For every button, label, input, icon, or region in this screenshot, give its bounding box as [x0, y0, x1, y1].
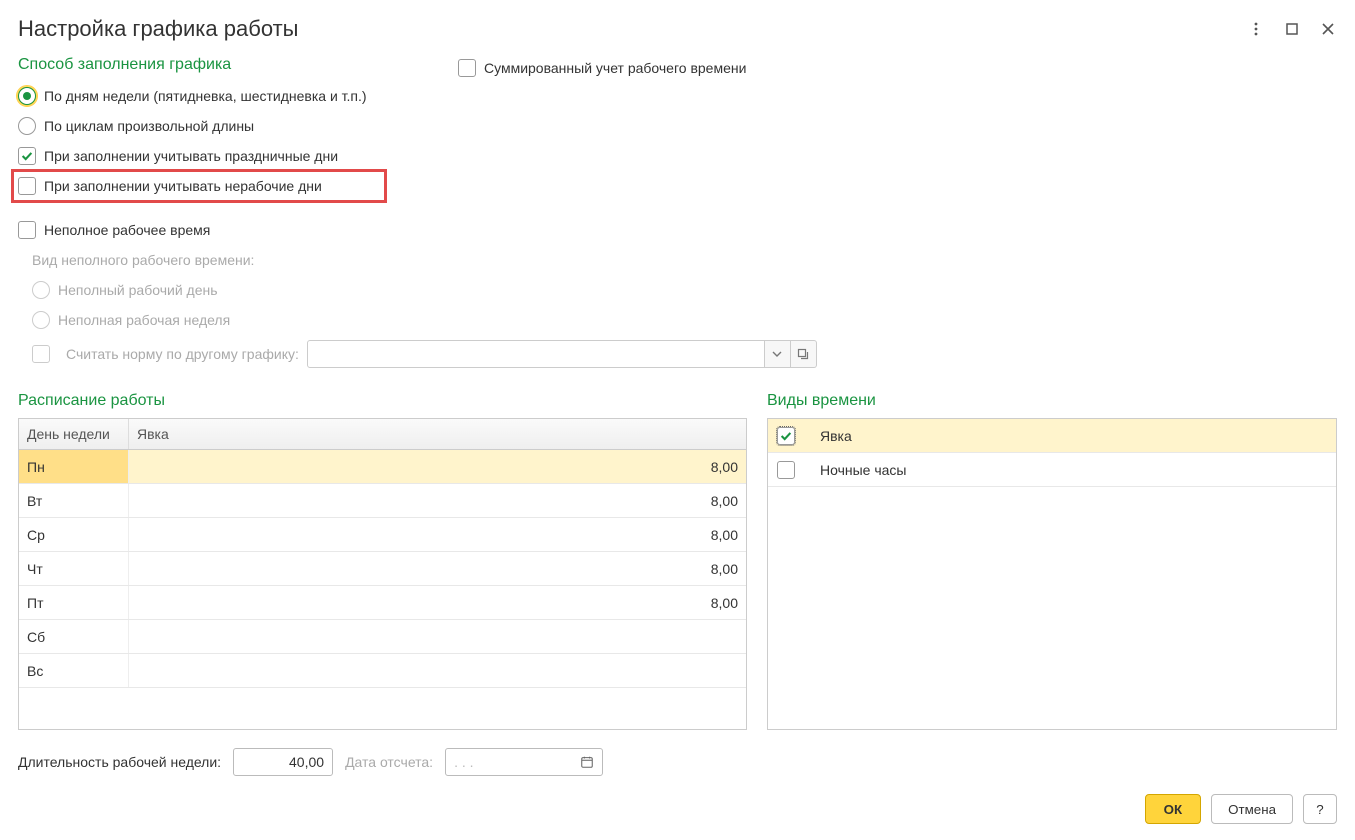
schedule-cell-attendance: 8,00 — [129, 484, 746, 517]
checkbox-summed-account[interactable] — [458, 59, 476, 77]
schedule-cell-day: Ср — [19, 518, 129, 551]
schedule-cell-attendance: 8,00 — [129, 586, 746, 619]
schedule-cell-attendance — [129, 654, 746, 687]
schedule-row[interactable]: Вс — [19, 654, 746, 688]
time-type-row[interactable]: Ночные часы — [768, 453, 1336, 487]
schedule-row[interactable]: Сб — [19, 620, 746, 654]
schedule-heading: Расписание работы — [18, 392, 747, 410]
checkbox-consider-holidays-label: При заполнении учитывать праздничные дни — [44, 148, 338, 164]
schedule-cell-day: Чт — [19, 552, 129, 585]
time-type-row[interactable]: Явка — [768, 419, 1336, 453]
fill-method-heading: Способ заполнения графика — [18, 56, 418, 74]
checkbox-consider-nonworking[interactable] — [18, 177, 36, 195]
schedule-cell-attendance: 8,00 — [129, 518, 746, 551]
checkbox-consider-nonworking-label: При заполнении учитывать нерабочие дни — [44, 178, 322, 194]
cancel-button[interactable]: Отмена — [1211, 794, 1293, 824]
radio-part-week — [32, 311, 50, 329]
schedule-grid[interactable]: День недели Явка Пн8,00Вт8,00Ср8,00Чт8,0… — [18, 418, 747, 730]
radio-by-weekdays[interactable] — [18, 87, 36, 105]
part-time-kind-label: Вид неполного рабочего времени: — [32, 252, 254, 268]
schedule-cell-day: Вс — [19, 654, 129, 687]
ok-button[interactable]: ОК — [1145, 794, 1202, 824]
checkbox-norm-by-other — [32, 345, 50, 363]
week-duration-input[interactable]: 40,00 — [233, 748, 333, 776]
schedule-cell-day: Сб — [19, 620, 129, 653]
help-button[interactable]: ? — [1303, 794, 1337, 824]
time-type-checkbox[interactable] — [777, 461, 795, 479]
time-type-label: Явка — [812, 428, 1336, 444]
checkbox-part-time-label: Неполное рабочее время — [44, 222, 210, 238]
time-types-grid[interactable]: Явка Ночные часы — [767, 418, 1337, 730]
schedule-cell-attendance: 8,00 — [129, 450, 746, 483]
checkbox-summed-account-label: Суммированный учет рабочего времени — [484, 60, 746, 76]
date-from-placeholder: . . . — [454, 754, 473, 770]
schedule-cell-day: Пн — [19, 450, 129, 483]
calendar-icon[interactable] — [576, 751, 598, 773]
close-icon[interactable] — [1319, 20, 1337, 38]
radio-part-day-label: Неполный рабочий день — [58, 282, 218, 298]
schedule-col-day: День недели — [19, 419, 129, 449]
checkbox-part-time[interactable] — [18, 221, 36, 239]
radio-by-cycles-label: По циклам произвольной длины — [44, 118, 254, 134]
norm-other-schedule-input — [307, 340, 765, 368]
schedule-row[interactable]: Чт8,00 — [19, 552, 746, 586]
open-button — [791, 340, 817, 368]
date-from-label: Дата отсчета: — [345, 754, 433, 770]
week-duration-value: 40,00 — [289, 754, 324, 770]
schedule-row[interactable]: Вт8,00 — [19, 484, 746, 518]
schedule-cell-day: Пт — [19, 586, 129, 619]
time-types-heading: Виды времени — [767, 392, 1337, 410]
maximize-icon[interactable] — [1283, 20, 1301, 38]
schedule-row[interactable]: Пт8,00 — [19, 586, 746, 620]
schedule-cell-attendance — [129, 620, 746, 653]
checkbox-norm-by-other-label: Считать норму по другому графику: — [66, 346, 299, 362]
dropdown-button — [765, 340, 791, 368]
radio-by-cycles[interactable] — [18, 117, 36, 135]
checkbox-consider-holidays[interactable] — [18, 147, 36, 165]
kebab-menu-icon[interactable] — [1247, 20, 1265, 38]
schedule-col-attendance: Явка — [129, 419, 746, 449]
radio-part-day — [32, 281, 50, 299]
date-from-input[interactable]: . . . — [445, 748, 603, 776]
schedule-cell-day: Вт — [19, 484, 129, 517]
schedule-row[interactable]: Ср8,00 — [19, 518, 746, 552]
window-title: Настройка графика работы — [18, 16, 298, 42]
week-duration-label: Длительность рабочей недели: — [18, 754, 221, 770]
schedule-cell-attendance: 8,00 — [129, 552, 746, 585]
schedule-row[interactable]: Пн8,00 — [19, 450, 746, 484]
time-type-checkbox[interactable] — [777, 427, 795, 445]
radio-by-weekdays-label: По дням недели (пятидневка, шестидневка … — [44, 88, 367, 104]
radio-part-week-label: Неполная рабочая неделя — [58, 312, 230, 328]
time-type-label: Ночные часы — [812, 462, 1336, 478]
